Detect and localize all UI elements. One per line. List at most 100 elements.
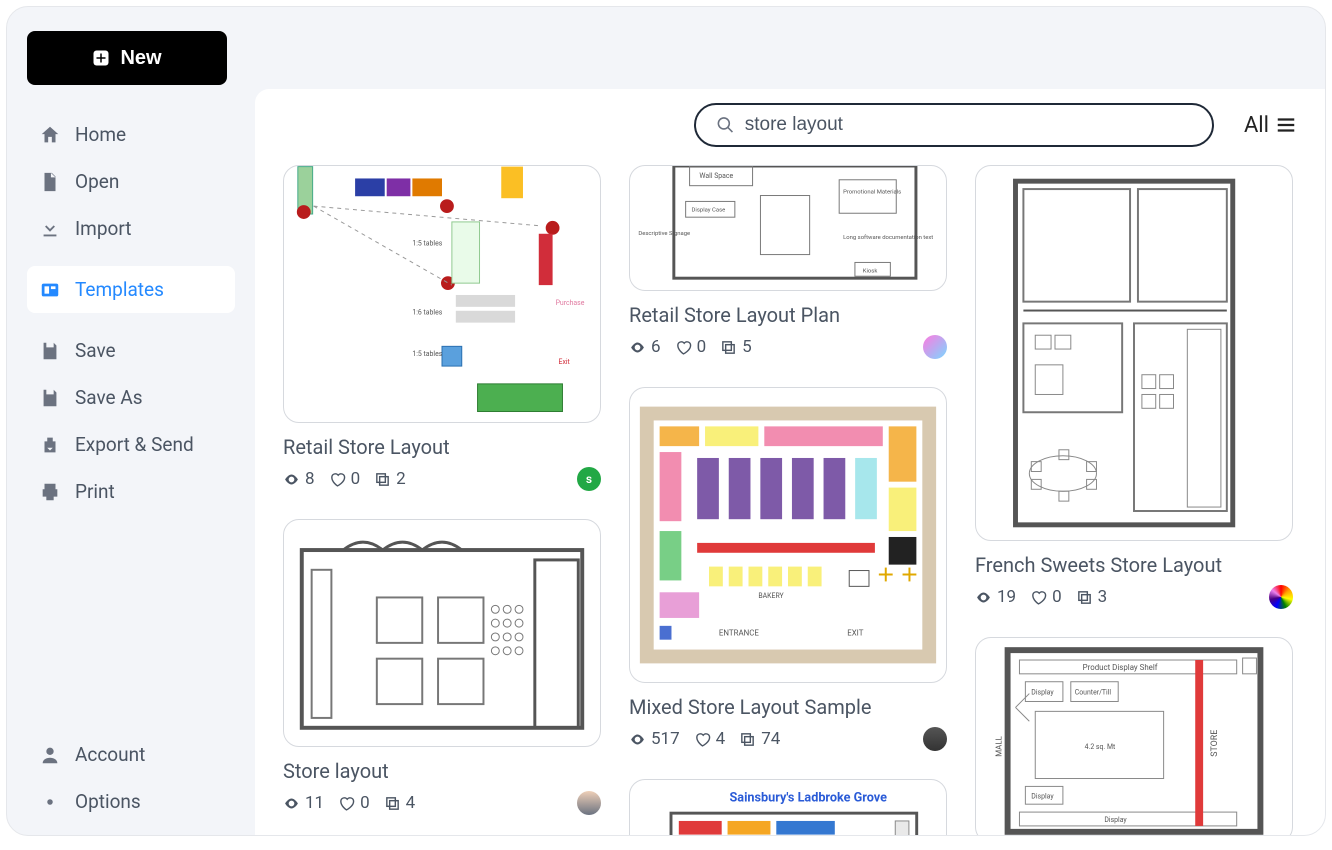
author-avatar[interactable] xyxy=(923,335,947,359)
svg-text:1:5 tables: 1:5 tables xyxy=(412,350,442,358)
author-avatar[interactable] xyxy=(577,791,601,815)
template-title: French Sweets Store Layout xyxy=(975,553,1293,577)
template-thumbnail: Product Display Shelf Display Counter/Ti… xyxy=(975,637,1293,835)
sidebar-nav: Home Open Import Templates Save xyxy=(27,111,235,515)
plus-square-icon xyxy=(92,49,110,67)
template-stats: 8 0 2 xyxy=(283,469,406,489)
author-avatar[interactable]: s xyxy=(577,467,601,491)
sidebar-item-home[interactable]: Home xyxy=(27,111,235,158)
template-card[interactable]: French Sweets Store Layout 19 0 3 xyxy=(975,165,1293,609)
sidebar-item-print[interactable]: Print xyxy=(27,468,235,515)
sidebar-item-import[interactable]: Import xyxy=(27,205,235,252)
template-card[interactable]: Wall Space Display Case Promotional Mate… xyxy=(629,165,947,359)
svg-text:4.2 sq. Mt: 4.2 sq. Mt xyxy=(1085,743,1116,751)
template-card[interactable]: ENTRANCE EXIT BAKERY Mixed Store Layout … xyxy=(629,387,947,751)
heart-icon xyxy=(675,339,692,356)
search-input[interactable] xyxy=(745,114,1192,136)
sidebar-item-open[interactable]: Open xyxy=(27,158,235,205)
eye-icon xyxy=(283,795,300,812)
eye-icon xyxy=(283,471,300,488)
svg-text:Wall Space: Wall Space xyxy=(699,172,733,180)
svg-text:Product Display Shelf: Product Display Shelf xyxy=(1083,663,1158,672)
sidebar-bottom: Account Options xyxy=(27,731,235,825)
svg-text:Display: Display xyxy=(1031,689,1054,697)
save-as-icon xyxy=(39,387,61,409)
sidebar-item-save-as[interactable]: Save As xyxy=(27,374,235,421)
main-content: All xyxy=(255,89,1325,835)
template-stats: 11 0 4 xyxy=(283,793,415,813)
template-thumbnail xyxy=(283,519,601,747)
svg-text:BAKERY: BAKERY xyxy=(758,592,784,600)
template-thumbnail: Sainsbury's Ladbroke Grove xyxy=(629,779,947,835)
copy-icon xyxy=(1076,589,1093,606)
svg-text:Display: Display xyxy=(1104,816,1127,824)
template-card[interactable]: 1:5 tables 1:6 tables 1:5 tables Purchas… xyxy=(283,165,601,491)
template-thumbnail: ENTRANCE EXIT BAKERY xyxy=(629,387,947,683)
file-icon xyxy=(39,171,61,193)
topbar: All xyxy=(283,103,1297,147)
author-avatar[interactable] xyxy=(923,727,947,751)
svg-text:1:6 tables: 1:6 tables xyxy=(412,309,442,317)
svg-text:Counter/Till: Counter/Till xyxy=(1075,689,1112,697)
author-avatar[interactable] xyxy=(1269,585,1293,609)
template-card[interactable]: Product Display Shelf Display Counter/Ti… xyxy=(975,637,1293,835)
svg-text:Display: Display xyxy=(1031,792,1054,800)
copy-icon xyxy=(384,795,401,812)
search-box[interactable] xyxy=(694,103,1214,147)
svg-text:STORE: STORE xyxy=(1210,730,1220,757)
heart-icon xyxy=(338,795,355,812)
svg-text:Purchase: Purchase xyxy=(556,299,585,307)
sidebar-item-save[interactable]: Save xyxy=(27,327,235,374)
eye-icon xyxy=(975,589,992,606)
heart-icon xyxy=(694,731,711,748)
account-icon xyxy=(39,744,61,766)
sidebar-item-label: Import xyxy=(75,217,131,240)
sidebar-item-label: Home xyxy=(75,123,126,146)
template-title: Retail Store Layout Plan xyxy=(629,303,947,327)
svg-text:MALL: MALL xyxy=(995,735,1004,756)
gallery-column: French Sweets Store Layout 19 0 3 xyxy=(975,165,1293,835)
filter-all-button[interactable]: All xyxy=(1244,113,1297,138)
template-title: Retail Store Layout xyxy=(283,435,601,459)
copy-icon xyxy=(374,471,391,488)
sidebar-item-options[interactable]: Options xyxy=(27,778,235,825)
svg-text:Kiosk: Kiosk xyxy=(863,268,878,274)
new-button-label: New xyxy=(120,47,161,70)
copy-icon xyxy=(739,731,756,748)
sidebar: New Home Open Import Templates xyxy=(7,7,255,835)
template-stats: 19 0 3 xyxy=(975,587,1107,607)
filter-label: All xyxy=(1244,113,1269,138)
app-window: New Home Open Import Templates xyxy=(6,6,1326,836)
svg-text:Promotional Materials: Promotional Materials xyxy=(843,190,901,196)
svg-text:Descriptive Signage: Descriptive Signage xyxy=(638,231,690,237)
sidebar-item-templates[interactable]: Templates xyxy=(27,266,235,313)
save-icon xyxy=(39,340,61,362)
sidebar-item-label: Print xyxy=(75,480,115,503)
svg-text:Display Case: Display Case xyxy=(692,207,726,213)
new-button[interactable]: New xyxy=(27,31,227,85)
template-card[interactable]: Store layout 11 0 4 xyxy=(283,519,601,815)
sidebar-item-export-send[interactable]: Export & Send xyxy=(27,421,235,468)
sidebar-item-account[interactable]: Account xyxy=(27,731,235,778)
copy-icon xyxy=(720,339,737,356)
sidebar-item-label: Templates xyxy=(75,278,164,301)
templates-icon xyxy=(39,279,61,301)
heart-icon xyxy=(329,471,346,488)
eye-icon xyxy=(629,339,646,356)
template-card[interactable]: Sainsbury's Ladbroke Grove xyxy=(629,779,947,835)
sidebar-item-label: Open xyxy=(75,170,119,193)
sidebar-item-label: Export & Send xyxy=(75,433,194,456)
gallery-column: Wall Space Display Case Promotional Mate… xyxy=(629,165,947,835)
sidebar-item-label: Save xyxy=(75,339,116,362)
search-icon xyxy=(716,115,735,135)
eye-icon xyxy=(629,731,646,748)
template-gallery: 1:5 tables 1:6 tables 1:5 tables Purchas… xyxy=(283,165,1297,835)
svg-text:Long software documentation te: Long software documentation text xyxy=(843,234,933,241)
sidebar-item-label: Save As xyxy=(75,386,143,409)
gallery-column: 1:5 tables 1:6 tables 1:5 tables Purchas… xyxy=(283,165,601,835)
menu-icon xyxy=(1275,114,1297,136)
template-thumbnail: Wall Space Display Case Promotional Mate… xyxy=(629,165,947,291)
export-icon xyxy=(39,434,61,456)
template-stats: 6 0 5 xyxy=(629,337,752,357)
sainsburys-label: Sainsbury's Ladbroke Grove xyxy=(730,790,888,805)
